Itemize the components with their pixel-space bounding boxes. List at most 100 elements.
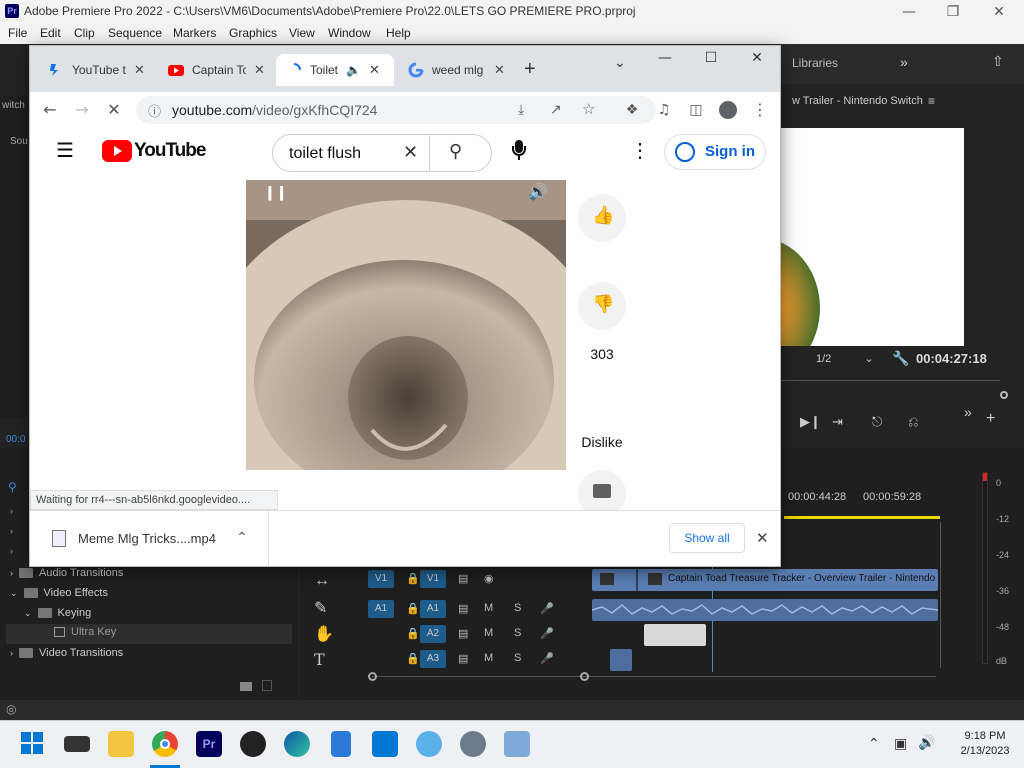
effects-folder-video-effects[interactable]: ⌄ Video Effects — [10, 587, 108, 599]
chrome-maximize-button[interactable]: ☐ — [688, 48, 734, 68]
side-panel-icon[interactable]: ◫ — [684, 98, 708, 122]
close-download-shelf-icon[interactable]: ✕ — [756, 529, 769, 547]
lock-icon[interactable]: 🔒 — [406, 627, 420, 640]
playhead-bar[interactable] — [780, 380, 1000, 381]
more-panels-icon[interactable]: » — [900, 54, 908, 70]
work-area-bar[interactable] — [784, 516, 940, 519]
trash-icon[interactable] — [262, 680, 272, 691]
taskbar-clock[interactable]: 9:18 PM 2/13/2023 — [950, 730, 1020, 757]
solo-button[interactable]: S — [514, 602, 521, 614]
microphone-icon[interactable]: 🎤 — [540, 627, 554, 640]
hamburger-menu-icon[interactable]: ☰ — [56, 138, 74, 163]
chrome-minimize-button[interactable]: — — [642, 48, 688, 68]
extensions-icon[interactable]: ❖ — [620, 98, 644, 122]
share-icon[interactable]: ↗ — [550, 101, 562, 118]
libraries-tab[interactable]: Libraries — [792, 56, 838, 70]
bookmark-star-icon[interactable]: ☆ — [582, 100, 595, 118]
share-icon[interactable]: ⇧ — [992, 53, 1004, 70]
menu-help[interactable]: Help — [386, 26, 411, 40]
lock-icon[interactable]: 🔒 — [406, 652, 420, 665]
tab-close-icon[interactable]: ✕ — [134, 62, 145, 78]
sync-lock-icon[interactable]: ▤ — [458, 627, 468, 640]
like-button[interactable]: 👍 — [578, 194, 626, 242]
playback-resolution-select[interactable]: 1/2 ⌄ — [816, 352, 874, 365]
new-bin-icon[interactable] — [240, 682, 252, 691]
dislike-button[interactable]: 👎 — [578, 282, 626, 330]
show-hidden-icons-chevron-icon[interactable]: ⌃ — [868, 735, 880, 752]
tab-close-icon[interactable]: ✕ — [494, 62, 505, 78]
solo-button[interactable]: S — [514, 652, 521, 664]
menu-file[interactable]: File — [8, 26, 27, 40]
microsoft-store-icon[interactable] — [372, 731, 398, 757]
premiere-restore-button[interactable]: ❐ — [930, 2, 976, 22]
menu-window[interactable]: Window — [328, 26, 371, 40]
go-to-out-icon[interactable]: ⇥ — [832, 414, 843, 430]
add-button-icon[interactable]: + — [986, 410, 995, 428]
chrome-menu-icon[interactable]: ⋮ — [748, 98, 772, 122]
address-bar[interactable]: ⓘ youtube.com/video/gxKfhCQI724 ⤓ ↗ ☆ — [136, 96, 656, 124]
stop-loading-icon[interactable]: ✕ — [102, 98, 126, 122]
microphone-icon[interactable]: 🎤 — [540, 652, 554, 665]
step-forward-icon[interactable]: ▶❙ — [800, 414, 821, 430]
pen-icon[interactable]: ✎ — [314, 598, 338, 624]
extract-icon[interactable]: ⎌ — [908, 414, 918, 430]
hand-icon[interactable]: ✋ — [314, 624, 338, 650]
audio-clip-a2[interactable] — [644, 624, 706, 646]
scroll-handle-right[interactable] — [580, 672, 589, 681]
forward-arrow-icon[interactable]: → — [70, 98, 94, 122]
eye-icon[interactable]: ◉ — [484, 572, 494, 585]
show-all-downloads-button[interactable]: Show all — [669, 523, 745, 553]
file-explorer-icon[interactable] — [108, 731, 134, 757]
timeline-zoom-scrollbar[interactable] — [368, 672, 936, 682]
more-buttons-icon[interactable]: » — [964, 404, 972, 420]
source-patch-a1[interactable]: A1 — [368, 600, 394, 618]
sign-in-button[interactable]: Sign in — [664, 134, 766, 170]
menu-clip[interactable]: Clip — [74, 26, 95, 40]
tab-youtube-shorts[interactable]: YouTube t ✕ — [38, 54, 155, 86]
menu-graphics[interactable]: Graphics — [229, 26, 277, 40]
obs-icon[interactable] — [240, 731, 266, 757]
tab-close-icon[interactable]: ✕ — [254, 62, 265, 78]
track-target-a1[interactable]: A1 — [420, 600, 446, 618]
lift-icon[interactable]: ⎋ — [872, 414, 882, 430]
track-select-icon[interactable]: ↔ — [314, 572, 338, 598]
vertical-scrollbar[interactable] — [940, 522, 941, 668]
profile-avatar-icon[interactable] — [716, 98, 740, 122]
sync-lock-icon[interactable]: ▤ — [458, 602, 468, 615]
settings-gear-icon[interactable] — [460, 731, 486, 757]
wrench-icon[interactable]: 🔧 — [892, 350, 909, 367]
audio-clip-a1[interactable] — [592, 599, 938, 621]
track-target-a3[interactable]: A3 — [420, 650, 446, 668]
new-tab-button[interactable]: + — [524, 58, 536, 81]
tab-close-icon[interactable]: ✕ — [369, 62, 380, 78]
menu-edit[interactable]: Edit — [40, 26, 61, 40]
menu-view[interactable]: View — [289, 26, 315, 40]
mute-button[interactable]: M — [484, 602, 493, 614]
tree-expander-icon[interactable]: › — [10, 526, 13, 536]
youtube-logo[interactable]: YouTube — [102, 139, 206, 163]
youtube-search-input[interactable]: toilet flush ✕ ⚲ — [272, 134, 492, 172]
microphone-icon[interactable] — [512, 140, 526, 162]
task-view-icon[interactable] — [64, 736, 90, 752]
clear-search-icon[interactable]: ✕ — [403, 142, 418, 163]
effects-folder-keying[interactable]: ⌄ Keying — [24, 607, 91, 619]
video-clip[interactable]: Captain Toad Treasure Tracker - Overview… — [592, 569, 938, 591]
track-target-a2[interactable]: A2 — [420, 625, 446, 643]
zoom-handle[interactable] — [1000, 391, 1008, 399]
scroll-handle-left[interactable] — [368, 672, 377, 681]
audio-clip-a3[interactable] — [610, 649, 632, 671]
audio-playing-icon[interactable]: 🔈 — [346, 63, 361, 77]
tab-toilet-active[interactable]: Toilet 🔈 ✕ — [276, 54, 394, 86]
lock-icon[interactable]: 🔒 — [406, 602, 420, 615]
media-controls-icon[interactable]: ♫ — [652, 98, 676, 122]
tree-expander-icon[interactable]: › — [10, 546, 13, 556]
sync-lock-icon[interactable]: ▤ — [458, 652, 468, 665]
pause-icon[interactable]: ❙❙ — [264, 184, 287, 201]
search-icon[interactable]: ⚲ — [449, 141, 462, 162]
effects-folder-audio-transitions[interactable]: › Audio Transitions — [10, 567, 123, 579]
tab-weed-mlg[interactable]: weed mlg ✕ — [398, 54, 515, 86]
settings-kebab-icon[interactable]: ⋮ — [630, 138, 650, 163]
panel-menu-icon[interactable]: ≡ — [928, 94, 935, 108]
effects-folder-video-transitions[interactable]: › Video Transitions — [10, 647, 123, 659]
mute-button[interactable]: M — [484, 652, 493, 664]
